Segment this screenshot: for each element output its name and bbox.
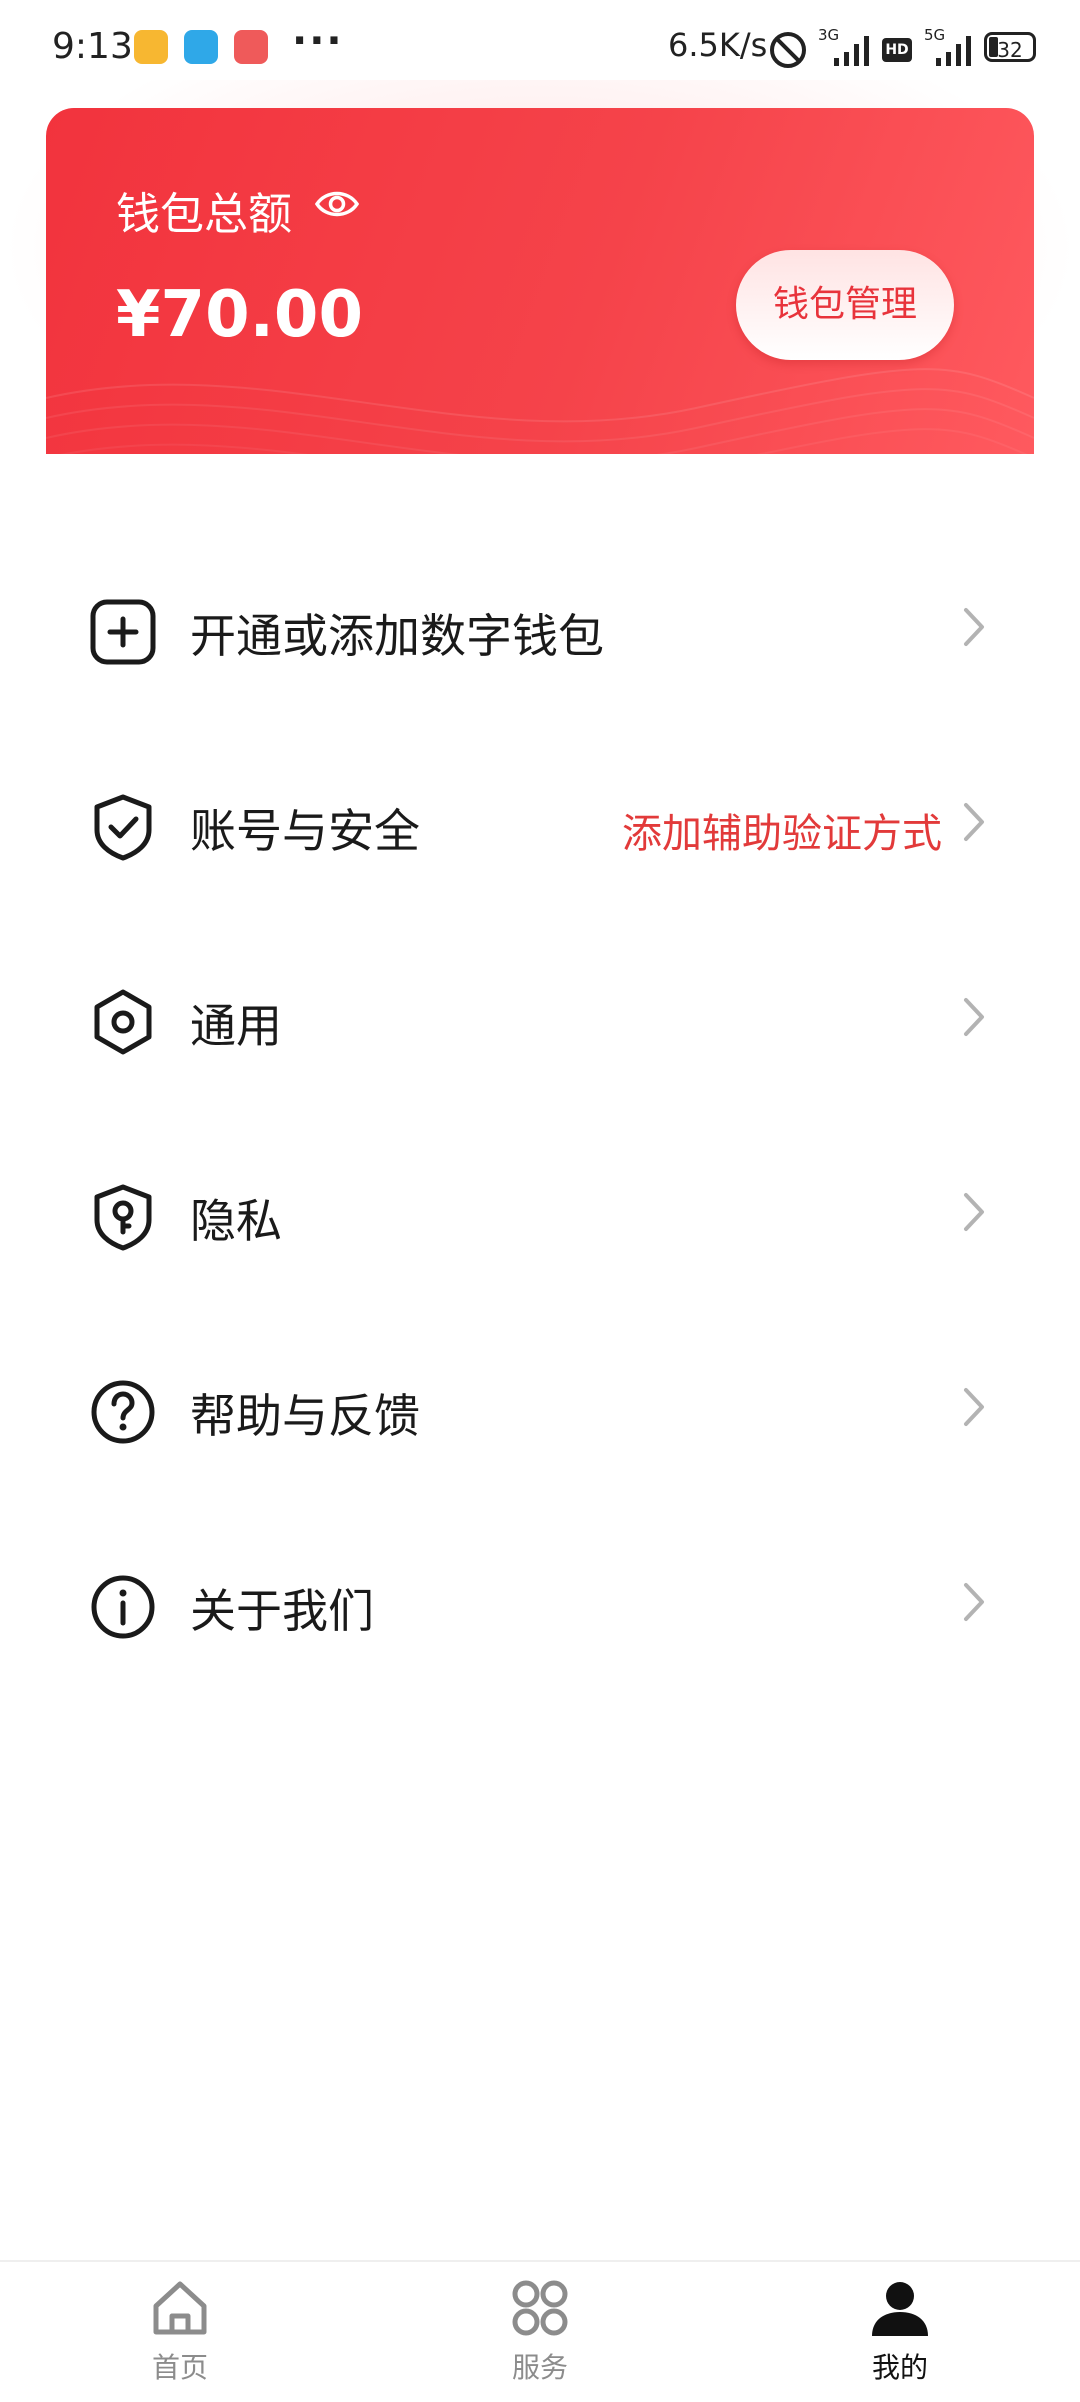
- more-notifications-icon: ···: [292, 18, 344, 64]
- menu-item-label: 账号与安全: [190, 804, 420, 858]
- nav-label: 首页: [151, 2351, 208, 2384]
- plus-square-icon: [90, 599, 156, 665]
- signal-icon: [832, 32, 872, 66]
- menu-item-label: 开通或添加数字钱包: [190, 609, 604, 663]
- status-time: 9:13: [52, 26, 133, 67]
- network-speed: 6.5K/s: [668, 26, 768, 64]
- hex-gear-icon: [94, 989, 152, 1055]
- chevron-right-icon: [964, 803, 984, 841]
- person-icon: [872, 2282, 928, 2336]
- nav-mine[interactable]: 我的: [800, 2262, 1000, 2402]
- wallet-manage-button[interactable]: 钱包管理: [736, 250, 954, 360]
- wallet-amount: ¥70.00: [116, 278, 363, 352]
- menu-item-label: 关于我们: [190, 1584, 374, 1638]
- menu-item-label: 隐私: [190, 1194, 282, 1248]
- menu-item-label: 帮助与反馈: [190, 1389, 420, 1443]
- menu-item-help-feedback[interactable]: 帮助与反馈: [0, 1332, 1080, 1482]
- info-circle-icon: [91, 1575, 155, 1639]
- notification-app-icon: [184, 30, 218, 64]
- notification-app-icon: [234, 30, 268, 64]
- nav-label: 服务: [511, 2351, 568, 2384]
- battery-icon: 32: [984, 32, 1036, 62]
- chevron-right-icon: [964, 608, 984, 646]
- menu-item-account-security[interactable]: 账号与安全 添加辅助验证方式: [0, 747, 1080, 897]
- nav-label: 我的: [871, 2351, 928, 2384]
- grid-icon: [512, 2280, 568, 2336]
- signal-icon: [934, 32, 974, 66]
- shield-check-icon: [94, 794, 152, 861]
- wallet-card: 钱包总额 ¥70.00 钱包管理: [46, 108, 1034, 488]
- menu-item-about-us[interactable]: 关于我们: [0, 1527, 1080, 1677]
- wallet-total-label: 钱包总额: [116, 189, 292, 240]
- chevron-right-icon: [964, 1388, 984, 1426]
- menu-item-general[interactable]: 通用: [0, 942, 1080, 1092]
- chevron-right-icon: [964, 1193, 984, 1231]
- hd-icon: HD: [882, 38, 912, 62]
- do-not-disturb-icon: [770, 32, 806, 68]
- eye-icon[interactable]: [314, 184, 360, 224]
- help-circle-icon: [91, 1380, 155, 1444]
- nav-services[interactable]: 服务: [440, 2262, 640, 2402]
- menu-item-add-wallet[interactable]: 开通或添加数字钱包: [0, 552, 1080, 702]
- chevron-right-icon: [964, 998, 984, 1036]
- chevron-right-icon: [964, 1583, 984, 1621]
- home-icon: [153, 2281, 207, 2335]
- bottom-nav: 首页 服务 我的: [0, 2260, 1080, 2402]
- add-verification-hint: 添加辅助验证方式: [622, 811, 942, 857]
- privacy-shield-icon: [94, 1184, 152, 1251]
- settings-menu: 开通或添加数字钱包 账号与安全 添加辅助验证方式 通用 隐私 帮助与反馈 关于我…: [0, 454, 1080, 2260]
- menu-item-privacy[interactable]: 隐私: [0, 1137, 1080, 1287]
- notification-app-icon: [134, 30, 168, 64]
- nav-home[interactable]: 首页: [80, 2262, 280, 2402]
- menu-item-label: 通用: [190, 999, 282, 1053]
